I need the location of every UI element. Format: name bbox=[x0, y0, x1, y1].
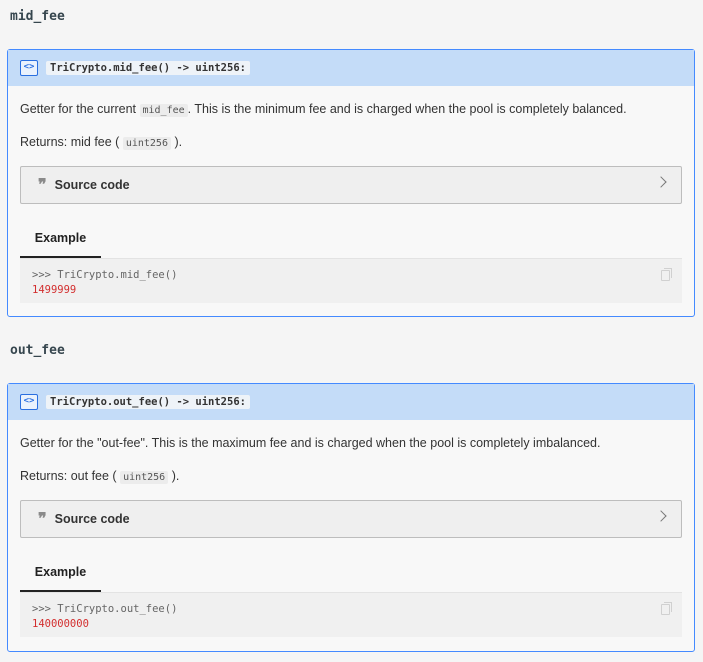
code-prompt: >>> TriCrypto.mid_fee() bbox=[32, 269, 178, 281]
admonition-title: <> TriCrypto.out_fee() -> uint256: bbox=[8, 384, 694, 420]
returns-text: Returns: mid fee ( bbox=[20, 135, 123, 149]
description: Getter for the current mid_fee. This is … bbox=[20, 102, 627, 117]
inline-code: mid_fee bbox=[139, 104, 188, 117]
code-output: 1499999 bbox=[32, 284, 77, 296]
inline-code: uint256 bbox=[120, 471, 169, 484]
code-output: 140000000 bbox=[32, 618, 89, 630]
section-heading: out_fee bbox=[10, 343, 65, 358]
code-brackets-icon: <> bbox=[20, 60, 38, 76]
source-code-label: Source code bbox=[54, 512, 130, 526]
admonition-title: <> TriCrypto.mid_fee() -> uint256: bbox=[8, 50, 694, 86]
quote-icon: ❞ bbox=[38, 175, 47, 194]
returns: Returns: mid fee ( uint256 ). bbox=[20, 135, 183, 150]
tab-example[interactable]: Example bbox=[20, 554, 101, 592]
section-heading: mid_fee bbox=[10, 9, 65, 24]
source-code-toggle[interactable]: ❞ Source code bbox=[20, 500, 682, 538]
code-prompt: >>> TriCrypto.out_fee() bbox=[32, 603, 178, 615]
description-text: Getter for the current bbox=[20, 102, 140, 116]
chevron-right-icon bbox=[655, 510, 667, 522]
inline-code: uint256 bbox=[122, 137, 171, 150]
function-signature: TriCrypto.mid_fee() -> uint256: bbox=[46, 61, 250, 75]
code-brackets-icon: <> bbox=[20, 394, 38, 410]
returns: Returns: out fee ( uint256 ). bbox=[20, 469, 180, 484]
code-block: >>> TriCrypto.mid_fee() 1499999 bbox=[20, 258, 682, 303]
chevron-right-icon bbox=[655, 176, 667, 188]
description-text: . This is the minimum fee and is charged… bbox=[187, 102, 627, 116]
description: Getter for the "out-fee". This is the ma… bbox=[20, 436, 600, 450]
source-code-label: Source code bbox=[54, 178, 130, 192]
admonition: <> TriCrypto.out_fee() -> uint256: Gette… bbox=[7, 383, 695, 652]
admonition: <> TriCrypto.mid_fee() -> uint256: Gette… bbox=[7, 49, 695, 317]
copy-icon[interactable] bbox=[661, 268, 672, 281]
quote-icon: ❞ bbox=[38, 509, 47, 528]
source-code-toggle[interactable]: ❞ Source code bbox=[20, 166, 682, 204]
function-signature: TriCrypto.out_fee() -> uint256: bbox=[46, 395, 250, 409]
tab-example[interactable]: Example bbox=[20, 220, 101, 258]
code-block: >>> TriCrypto.out_fee() 140000000 bbox=[20, 592, 682, 637]
returns-text: ). bbox=[170, 135, 183, 149]
description-text: Getter for the "out-fee". This is the ma… bbox=[20, 436, 601, 450]
copy-icon[interactable] bbox=[661, 602, 672, 615]
returns-text: ). bbox=[168, 469, 180, 483]
returns-text: Returns: out fee ( bbox=[20, 469, 121, 483]
